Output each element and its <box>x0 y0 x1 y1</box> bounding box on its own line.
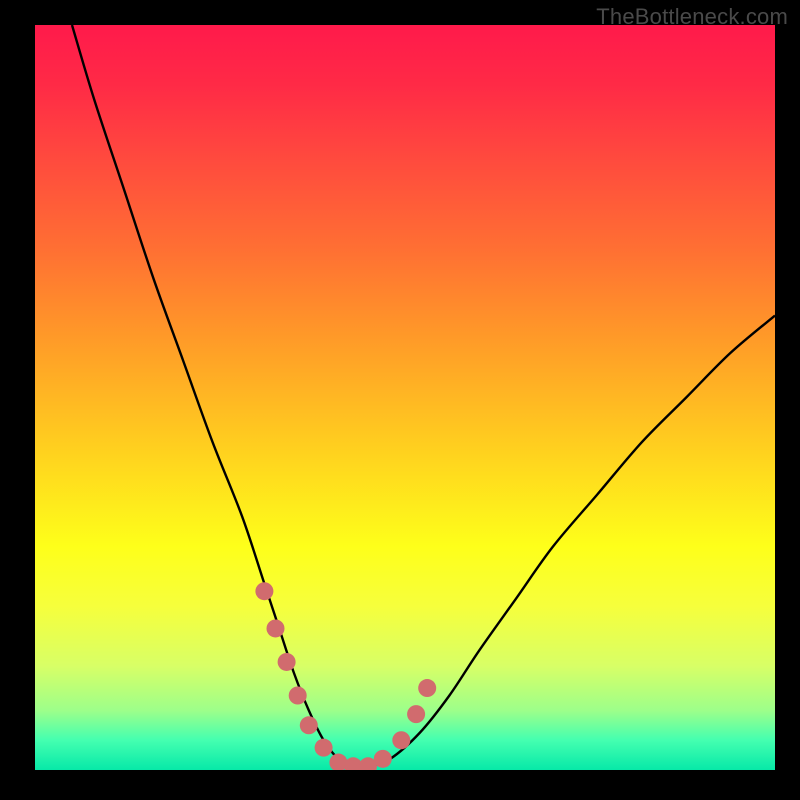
plot-area <box>35 25 775 770</box>
curve-marker <box>418 679 436 697</box>
curve-marker <box>407 705 425 723</box>
curve-marker <box>374 750 392 768</box>
chart-svg <box>35 25 775 770</box>
curve-marker <box>300 716 318 734</box>
bottleneck-curve <box>72 25 775 767</box>
curve-marker <box>315 739 333 757</box>
curve-marker <box>267 619 285 637</box>
curve-marker <box>278 653 296 671</box>
curve-marker <box>289 687 307 705</box>
curve-markers <box>255 582 436 770</box>
watermark-text: TheBottleneck.com <box>596 4 788 30</box>
chart-frame: TheBottleneck.com <box>0 0 800 800</box>
curve-marker <box>255 582 273 600</box>
curve-marker <box>392 731 410 749</box>
